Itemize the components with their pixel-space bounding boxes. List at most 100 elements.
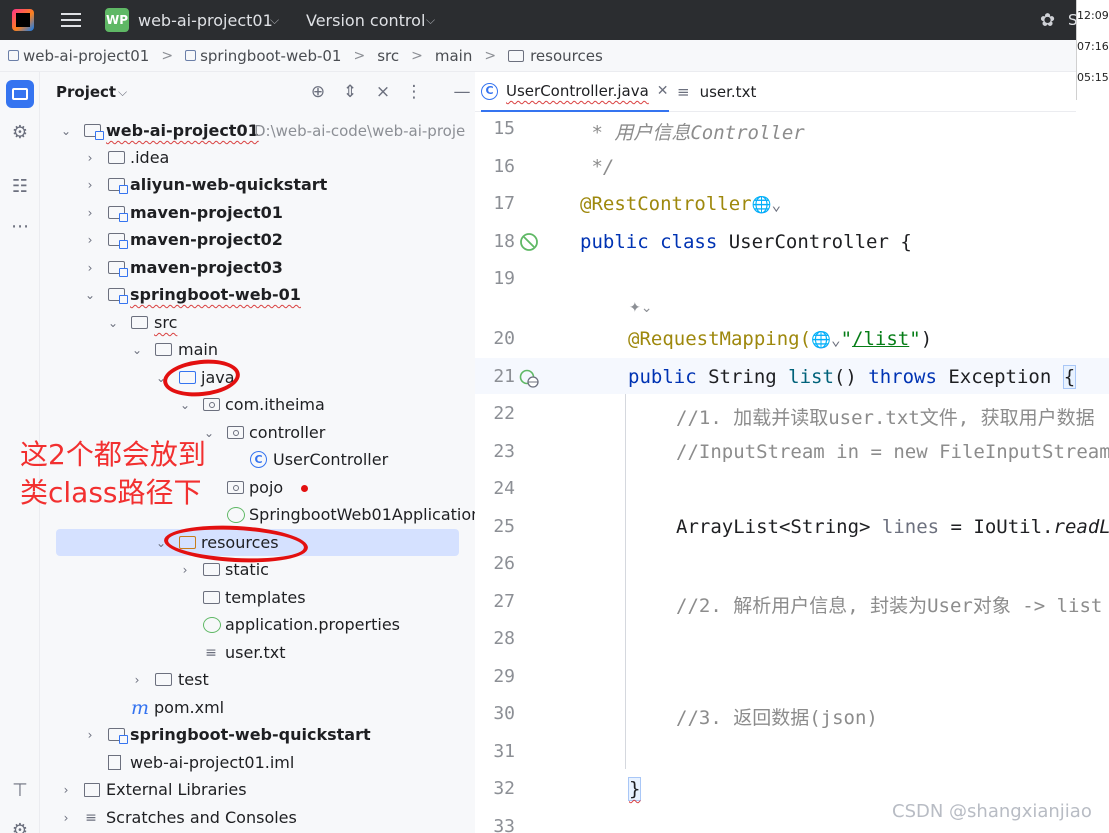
line-number: 18: [493, 231, 515, 252]
breadcrumb-item[interactable]: src: [377, 47, 399, 65]
structure-icon[interactable]: ☷: [6, 172, 34, 200]
chevron-right-icon[interactable]: ›: [83, 261, 97, 275]
chevron-right-icon[interactable]: ›: [59, 783, 73, 797]
clock-overlay: 12:09 07:16 05:15: [1076, 0, 1109, 100]
tree-item[interactable]: › .idea: [40, 144, 475, 171]
tree-item[interactable]: m pom.xml: [40, 694, 475, 721]
tree-item[interactable]: › External Libraries: [40, 776, 475, 803]
code-line-30: //3. 返回数据(json): [676, 707, 878, 729]
locate-target-icon[interactable]: ⊕: [308, 82, 328, 102]
chevron-right-icon[interactable]: ›: [130, 673, 144, 687]
tree-item-root[interactable]: ⌄ web-ai-project01 D:\web-ai-code\web-ai…: [40, 117, 475, 144]
version-control-menu[interactable]: Version control: [306, 0, 425, 40]
chevron-right-icon[interactable]: ›: [59, 811, 73, 825]
globe-icon[interactable]: 🌐⌄: [811, 330, 841, 349]
endpoint-gutter-icon[interactable]: [519, 368, 539, 388]
services-icon[interactable]: ⚙: [6, 816, 34, 833]
tree-item-label: SpringbootWeb01Application: [249, 505, 475, 524]
tree-item-label: .idea: [130, 148, 170, 167]
tab-label: UserController.java: [506, 82, 649, 100]
chevron-down-icon[interactable]: ⌄: [106, 316, 120, 330]
close-icon[interactable]: ✕: [657, 83, 669, 99]
breadcrumb-separator: >: [484, 47, 497, 64]
code-editor[interactable]: 15 16 17 18 19 20 21 22 23 24 25 26 27 2…: [475, 112, 1109, 833]
chevron-right-icon[interactable]: ›: [83, 233, 97, 247]
spring-properties-icon: [203, 616, 221, 633]
annotation-line: 类class路径下: [20, 476, 202, 509]
chevron-right-icon[interactable]: ›: [83, 178, 97, 192]
tree-item[interactable]: › aliyun-web-quickstart: [40, 171, 475, 198]
tree-item-label: Scratches and Consoles: [106, 808, 297, 827]
tree-item-label: springboot-web-01: [130, 285, 301, 304]
tree-item[interactable]: ⌄ java: [40, 364, 475, 391]
tree-item[interactable]: ⌄ springboot-web-01: [40, 281, 475, 308]
breadcrumb-item[interactable]: web-ai-project01: [8, 47, 149, 65]
line-number: 32: [493, 778, 515, 799]
panel-title[interactable]: Project: [56, 83, 116, 101]
tree-item[interactable]: › ≡ Scratches and Consoles: [40, 804, 475, 831]
tree-item[interactable]: › maven-project02: [40, 226, 475, 253]
chevron-down-icon[interactable]: ⌄: [130, 343, 144, 357]
options-menu-icon[interactable]: ⋮: [404, 82, 424, 102]
chevron-down-icon[interactable]: ⌄: [59, 124, 73, 138]
tab-user-txt[interactable]: ≡ user.txt: [677, 72, 756, 112]
expand-all-icon[interactable]: ⇕: [340, 82, 360, 102]
project-switcher[interactable]: web-ai-project01: [138, 0, 273, 40]
chevron-down-icon[interactable]: ⌄: [83, 288, 97, 302]
more-tools-icon[interactable]: ⋯: [6, 212, 34, 240]
tree-item[interactable]: ⌄ com.itheima: [40, 391, 475, 418]
breadcrumb-item[interactable]: resources: [508, 47, 603, 65]
breadcrumb-separator: >: [161, 47, 174, 64]
tree-item-label: maven-project03: [130, 258, 283, 277]
ai-assist-inlay-icon[interactable]: ✦⌄: [629, 300, 652, 316]
spring-icon[interactable]: ✿: [1040, 0, 1055, 40]
tree-item[interactable]: web-ai-project01.iml: [40, 749, 475, 776]
breadcrumb-item[interactable]: springboot-web-01: [185, 47, 341, 65]
hide-panel-icon[interactable]: —: [452, 82, 472, 102]
line-number: 19: [493, 268, 515, 289]
tree-item[interactable]: templates: [40, 584, 475, 611]
tree-item-label: controller: [249, 423, 326, 442]
build-icon[interactable]: ⊤: [6, 776, 34, 804]
project-badge[interactable]: WP: [105, 8, 129, 32]
annotation-line: 这2个都会放到: [20, 438, 206, 471]
project-tool-button[interactable]: [6, 80, 34, 108]
tree-item[interactable]: › springboot-web-quickstart: [40, 721, 475, 748]
chevron-down-icon[interactable]: ⌵: [270, 0, 279, 40]
chevron-right-icon[interactable]: ›: [83, 728, 97, 742]
chevron-right-icon[interactable]: ›: [178, 563, 192, 577]
spring-bean-gutter-icon[interactable]: [519, 232, 539, 252]
folder-icon: [108, 151, 125, 164]
chevron-right-icon[interactable]: ›: [83, 206, 97, 220]
breadcrumb: web-ai-project01 > springboot-web-01 > s…: [0, 40, 1076, 72]
tree-item[interactable]: › maven-project03: [40, 254, 475, 281]
chevron-down-icon[interactable]: ⌵: [426, 0, 435, 40]
module-icon: [185, 50, 197, 61]
tree-item[interactable]: ⌄ main: [40, 336, 475, 363]
chevron-down-icon[interactable]: ⌄: [178, 398, 192, 412]
breadcrumb-item[interactable]: main: [435, 47, 472, 65]
tree-item-label: static: [225, 560, 269, 579]
module-icon: [108, 178, 128, 194]
title-bar: WP web-ai-project01 ⌵ Version control ⌵ …: [0, 0, 1109, 40]
collapse-all-icon[interactable]: ⨯: [373, 82, 393, 102]
globe-icon[interactable]: 🌐⌄: [752, 195, 782, 214]
settings-gear-icon[interactable]: ⚙: [6, 118, 34, 146]
line-number: 29: [493, 666, 515, 687]
code-line-16: */: [580, 156, 615, 178]
tree-item-label: springboot-web-quickstart: [130, 725, 371, 744]
tree-item[interactable]: ⌄ src: [40, 309, 475, 336]
tree-item[interactable]: › maven-project01: [40, 199, 475, 226]
tree-item-label: pojo: [249, 478, 284, 497]
tab-user-controller[interactable]: C UserController.java ✕: [481, 72, 669, 112]
tree-item[interactable]: ≡ user.txt: [40, 639, 475, 666]
main-menu-icon[interactable]: [60, 0, 82, 40]
tree-item[interactable]: application.properties: [40, 611, 475, 638]
chevron-right-icon[interactable]: ›: [83, 151, 97, 165]
tree-item[interactable]: › test: [40, 666, 475, 693]
chevron-down-icon[interactable]: ⌵: [118, 85, 127, 100]
intellij-logo-icon[interactable]: [12, 0, 38, 40]
text-file-icon: ≡: [677, 83, 690, 101]
line-number: 16: [493, 156, 515, 177]
code-line-32: }: [628, 777, 642, 801]
